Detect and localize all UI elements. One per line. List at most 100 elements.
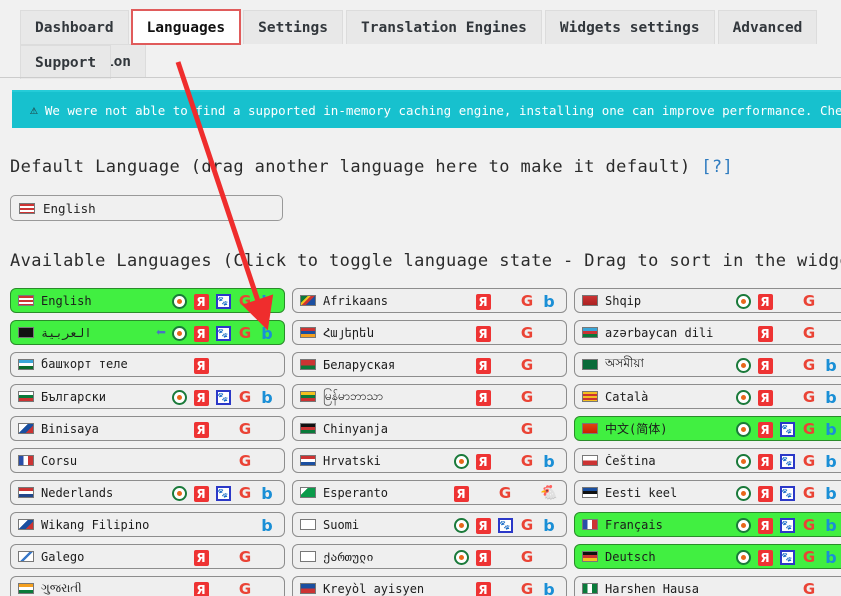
language-row[interactable]: Binisaya Я G <box>10 416 285 441</box>
yandex-engine-icon[interactable]: Я <box>754 419 776 441</box>
google-engine-icon[interactable]: G <box>516 355 538 377</box>
google-engine-icon[interactable]: G <box>798 515 820 537</box>
yandex-engine-icon[interactable]: Я <box>190 323 212 345</box>
language-row[interactable]: Nederlands Я 🐾 Gb <box>10 480 285 505</box>
language-row[interactable]: English Я 🐾 Gb <box>10 288 285 313</box>
google-engine-icon[interactable]: G <box>516 451 538 473</box>
yandex-engine-icon[interactable]: Я <box>190 483 212 505</box>
google-engine-icon[interactable]: G <box>516 515 538 537</box>
language-row[interactable]: Shqip Я G <box>574 288 841 313</box>
yandex-engine-icon[interactable]: Я <box>190 291 212 313</box>
bing-engine-icon[interactable]: b <box>820 547 841 569</box>
google-engine-icon[interactable]: G <box>798 579 820 596</box>
deepl-engine-icon[interactable] <box>732 451 754 473</box>
yandex-engine-icon[interactable]: Я <box>190 387 212 409</box>
tab-support[interactable]: Support <box>20 45 112 79</box>
baidu-engine-icon[interactable]: 🐾 <box>494 515 516 537</box>
tab-translation-engines[interactable]: Translation Engines <box>346 10 542 44</box>
tab-advanced[interactable]: Advanced <box>717 10 818 44</box>
language-row[interactable]: Corsu G <box>10 448 285 473</box>
google-engine-icon[interactable]: G <box>516 291 538 313</box>
yandex-engine-icon[interactable]: Я <box>190 419 212 441</box>
default-language-help-link[interactable]: [?] <box>701 157 733 177</box>
yandex-engine-icon[interactable]: Я <box>754 291 776 313</box>
default-language-box[interactable]: English <box>10 195 283 221</box>
baidu-engine-icon[interactable]: 🐾 <box>776 419 798 441</box>
deepl-engine-icon[interactable] <box>732 387 754 409</box>
language-row[interactable]: Galego Я G <box>10 544 285 569</box>
google-engine-icon[interactable]: G <box>798 387 820 409</box>
google-engine-icon[interactable]: G <box>234 547 256 569</box>
baidu-engine-icon[interactable]: 🐾 <box>776 547 798 569</box>
deepl-engine-icon[interactable] <box>450 451 472 473</box>
yandex-engine-icon[interactable]: Я <box>472 387 494 409</box>
google-engine-icon[interactable]: G <box>516 419 538 441</box>
bing-engine-icon[interactable]: b <box>538 515 560 537</box>
deepl-engine-icon[interactable] <box>168 291 190 313</box>
bing-engine-icon[interactable]: b <box>538 579 560 596</box>
other-engine-icon[interactable]: 🐔 <box>538 483 560 505</box>
language-row[interactable]: Eesti keel Я 🐾 Gb <box>574 480 841 505</box>
tab-dashboard[interactable]: Dashboard <box>20 10 129 44</box>
google-engine-icon[interactable]: G <box>234 579 256 596</box>
yandex-engine-icon[interactable]: Я <box>754 451 776 473</box>
bing-engine-icon[interactable]: b <box>256 323 278 345</box>
language-row[interactable]: অসমীয়া Я Gb <box>574 352 841 377</box>
google-engine-icon[interactable]: G <box>798 355 820 377</box>
bing-engine-icon[interactable]: b <box>820 419 841 441</box>
google-engine-icon[interactable]: G <box>234 483 256 505</box>
language-row[interactable]: Esperanto Я G 🐔 <box>292 480 567 505</box>
bing-engine-icon[interactable]: b <box>820 355 841 377</box>
language-row[interactable]: Հայերեն Я G <box>292 320 567 345</box>
google-engine-icon[interactable]: G <box>516 547 538 569</box>
baidu-engine-icon[interactable]: 🐾 <box>776 483 798 505</box>
language-row[interactable]: Български Я 🐾 Gb <box>10 384 285 409</box>
deepl-engine-icon[interactable] <box>732 515 754 537</box>
deepl-engine-icon[interactable] <box>732 419 754 441</box>
bing-engine-icon[interactable]: b <box>820 483 841 505</box>
language-row[interactable]: azərbaycan dili Я G <box>574 320 841 345</box>
google-engine-icon[interactable]: G <box>798 323 820 345</box>
yandex-engine-icon[interactable]: Я <box>472 579 494 596</box>
google-engine-icon[interactable]: G <box>798 547 820 569</box>
google-engine-icon[interactable]: G <box>798 483 820 505</box>
language-row[interactable]: Deutsch Я 🐾 Gb <box>574 544 841 569</box>
language-row[interactable]: Français Я 🐾 Gb <box>574 512 841 537</box>
language-row[interactable]: Čeština Я 🐾 Gb <box>574 448 841 473</box>
bing-engine-icon[interactable]: b <box>256 483 278 505</box>
bing-engine-icon[interactable]: b <box>820 387 841 409</box>
bing-engine-icon[interactable]: b <box>820 515 841 537</box>
language-row[interactable]: Afrikaans Я Gb <box>292 288 567 313</box>
yandex-engine-icon[interactable]: Я <box>450 483 472 505</box>
yandex-engine-icon[interactable]: Я <box>190 355 212 377</box>
yandex-engine-icon[interactable]: Я <box>754 323 776 345</box>
language-row[interactable]: Harshen Hausa G <box>574 576 841 596</box>
yandex-engine-icon[interactable]: Я <box>754 483 776 505</box>
deepl-engine-icon[interactable] <box>168 483 190 505</box>
deepl-engine-icon[interactable] <box>732 547 754 569</box>
google-engine-icon[interactable]: G <box>798 419 820 441</box>
yandex-engine-icon[interactable]: Я <box>472 323 494 345</box>
yandex-engine-icon[interactable]: Я <box>472 547 494 569</box>
deepl-engine-icon[interactable] <box>168 323 190 345</box>
bing-engine-icon[interactable]: b <box>256 515 278 537</box>
language-row[interactable]: العربية ⬅ Я 🐾 Gb <box>10 320 285 345</box>
bing-engine-icon[interactable]: b <box>538 451 560 473</box>
language-row[interactable]: Kreyòl ayisyen Я Gb <box>292 576 567 596</box>
google-engine-icon[interactable]: G <box>516 323 538 345</box>
tab-settings[interactable]: Settings <box>243 10 343 44</box>
yandex-engine-icon[interactable]: Я <box>754 515 776 537</box>
language-row[interactable]: Беларуская Я G <box>292 352 567 377</box>
bing-engine-icon[interactable]: b <box>538 291 560 313</box>
language-row[interactable]: ગુજરાતી Я G <box>10 576 285 596</box>
tab-languages[interactable]: Languages <box>130 9 242 45</box>
deepl-engine-icon[interactable] <box>450 547 472 569</box>
deepl-engine-icon[interactable] <box>168 387 190 409</box>
baidu-engine-icon[interactable]: 🐾 <box>212 387 234 409</box>
google-engine-icon[interactable]: G <box>234 419 256 441</box>
deepl-engine-icon[interactable] <box>732 291 754 313</box>
google-engine-icon[interactable]: G <box>234 291 256 313</box>
yandex-engine-icon[interactable]: Я <box>472 515 494 537</box>
google-engine-icon[interactable]: G <box>516 387 538 409</box>
baidu-engine-icon[interactable]: 🐾 <box>776 451 798 473</box>
